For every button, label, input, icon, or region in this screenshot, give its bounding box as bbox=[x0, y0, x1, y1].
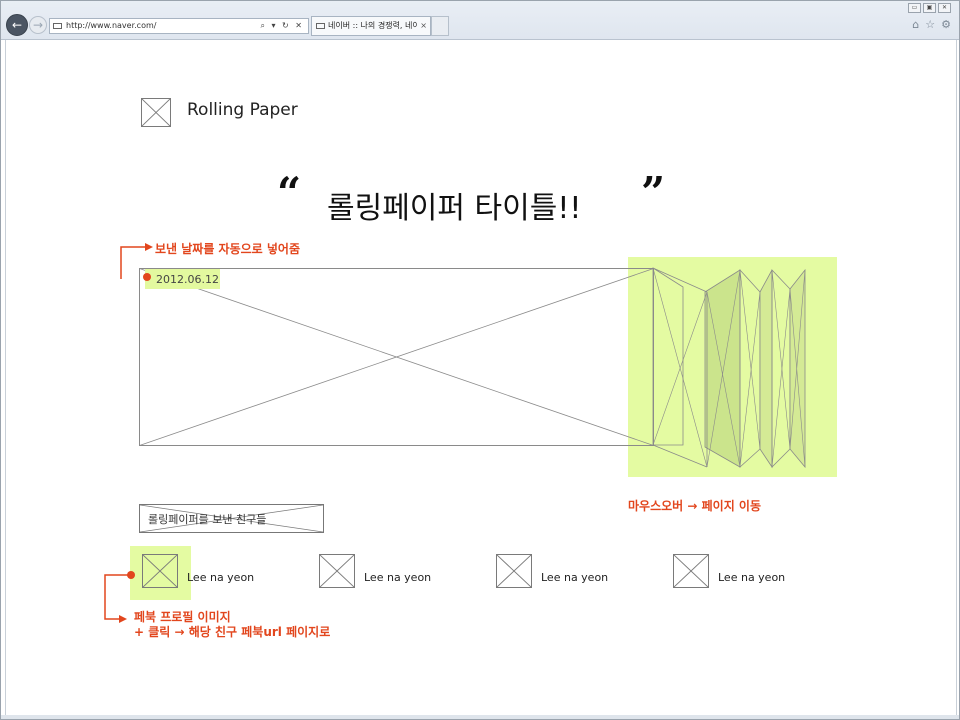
rolling-paper-frame[interactable] bbox=[139, 267, 809, 471]
friend-name[interactable]: Lee na yeon bbox=[718, 571, 785, 584]
browser-window: ← → http://www.naver.com/ ⌕ ▾ ↻ ✕ 네이버 ::… bbox=[0, 0, 960, 720]
friend-name[interactable]: Lee na yeon bbox=[187, 571, 254, 584]
friend-profile-image[interactable] bbox=[496, 554, 532, 588]
logo-text: Rolling Paper bbox=[187, 100, 298, 120]
window-bottom-border bbox=[1, 715, 959, 719]
browser-chrome: ← → http://www.naver.com/ ⌕ ▾ ↻ ✕ 네이버 ::… bbox=[1, 1, 959, 40]
tab-naver[interactable]: 네이버 :: 나의 경쟁력, 네이... × bbox=[311, 16, 431, 36]
close-quote-icon: ” bbox=[641, 168, 666, 217]
address-url: http://www.naver.com/ bbox=[66, 21, 157, 30]
friend-name[interactable]: Lee na yeon bbox=[364, 571, 431, 584]
window-controls: ▭ ▣ ✕ bbox=[908, 3, 951, 13]
home-icon[interactable]: ⌂ bbox=[912, 18, 919, 31]
friends-label: 롤링페이퍼를 보낸 친구들 bbox=[148, 513, 267, 526]
forward-button[interactable]: → bbox=[29, 16, 47, 34]
settings-gear-icon[interactable]: ⚙ bbox=[941, 18, 951, 31]
address-bar[interactable]: http://www.naver.com/ ⌕ ▾ ↻ ✕ bbox=[49, 18, 309, 34]
date-annotation-dot bbox=[143, 273, 151, 281]
tab-title: 네이버 :: 나의 경쟁력, 네이... bbox=[328, 21, 418, 30]
tab-favicon-icon bbox=[316, 23, 325, 29]
friend-name[interactable]: Lee na yeon bbox=[541, 571, 608, 584]
back-arrow-icon: ← bbox=[11, 18, 23, 32]
open-quote-icon: “ bbox=[277, 168, 302, 217]
new-tab-button[interactable] bbox=[431, 16, 449, 36]
window-close-icon[interactable]: ✕ bbox=[938, 3, 951, 13]
maximize-icon[interactable]: ▣ bbox=[923, 3, 936, 13]
friend-profile-image[interactable] bbox=[142, 554, 178, 588]
logo-image-placeholder bbox=[141, 98, 171, 127]
toolbar-icons: ⌂ ☆ ⚙ bbox=[912, 18, 951, 31]
address-tools[interactable]: ⌕ ▾ ↻ ✕ bbox=[260, 19, 304, 33]
mouseover-annotation: 마우스오버 → 페이지 이동 bbox=[628, 499, 761, 513]
sent-date: 2012.06.12 bbox=[156, 273, 219, 286]
friend-profile-image[interactable] bbox=[673, 554, 709, 588]
page-title: 롤링페이퍼 타이틀!! bbox=[327, 191, 582, 226]
tab-close-icon[interactable]: × bbox=[420, 17, 427, 35]
favorites-star-icon[interactable]: ☆ bbox=[925, 18, 935, 31]
minimize-icon[interactable]: ▭ bbox=[908, 3, 921, 13]
date-annotation: 보낸 날짜를 자동으로 넣어줌 bbox=[155, 242, 301, 256]
profile-annotation-arrow bbox=[104, 574, 131, 623]
forward-arrow-icon: → bbox=[32, 18, 44, 32]
page-favicon-icon bbox=[53, 23, 62, 29]
friend-profile-image[interactable] bbox=[319, 554, 355, 588]
back-button[interactable]: ← bbox=[6, 14, 28, 36]
profile-annotation-line2: + 클릭 → 해당 친구 페북url 페이지로 bbox=[134, 625, 331, 639]
